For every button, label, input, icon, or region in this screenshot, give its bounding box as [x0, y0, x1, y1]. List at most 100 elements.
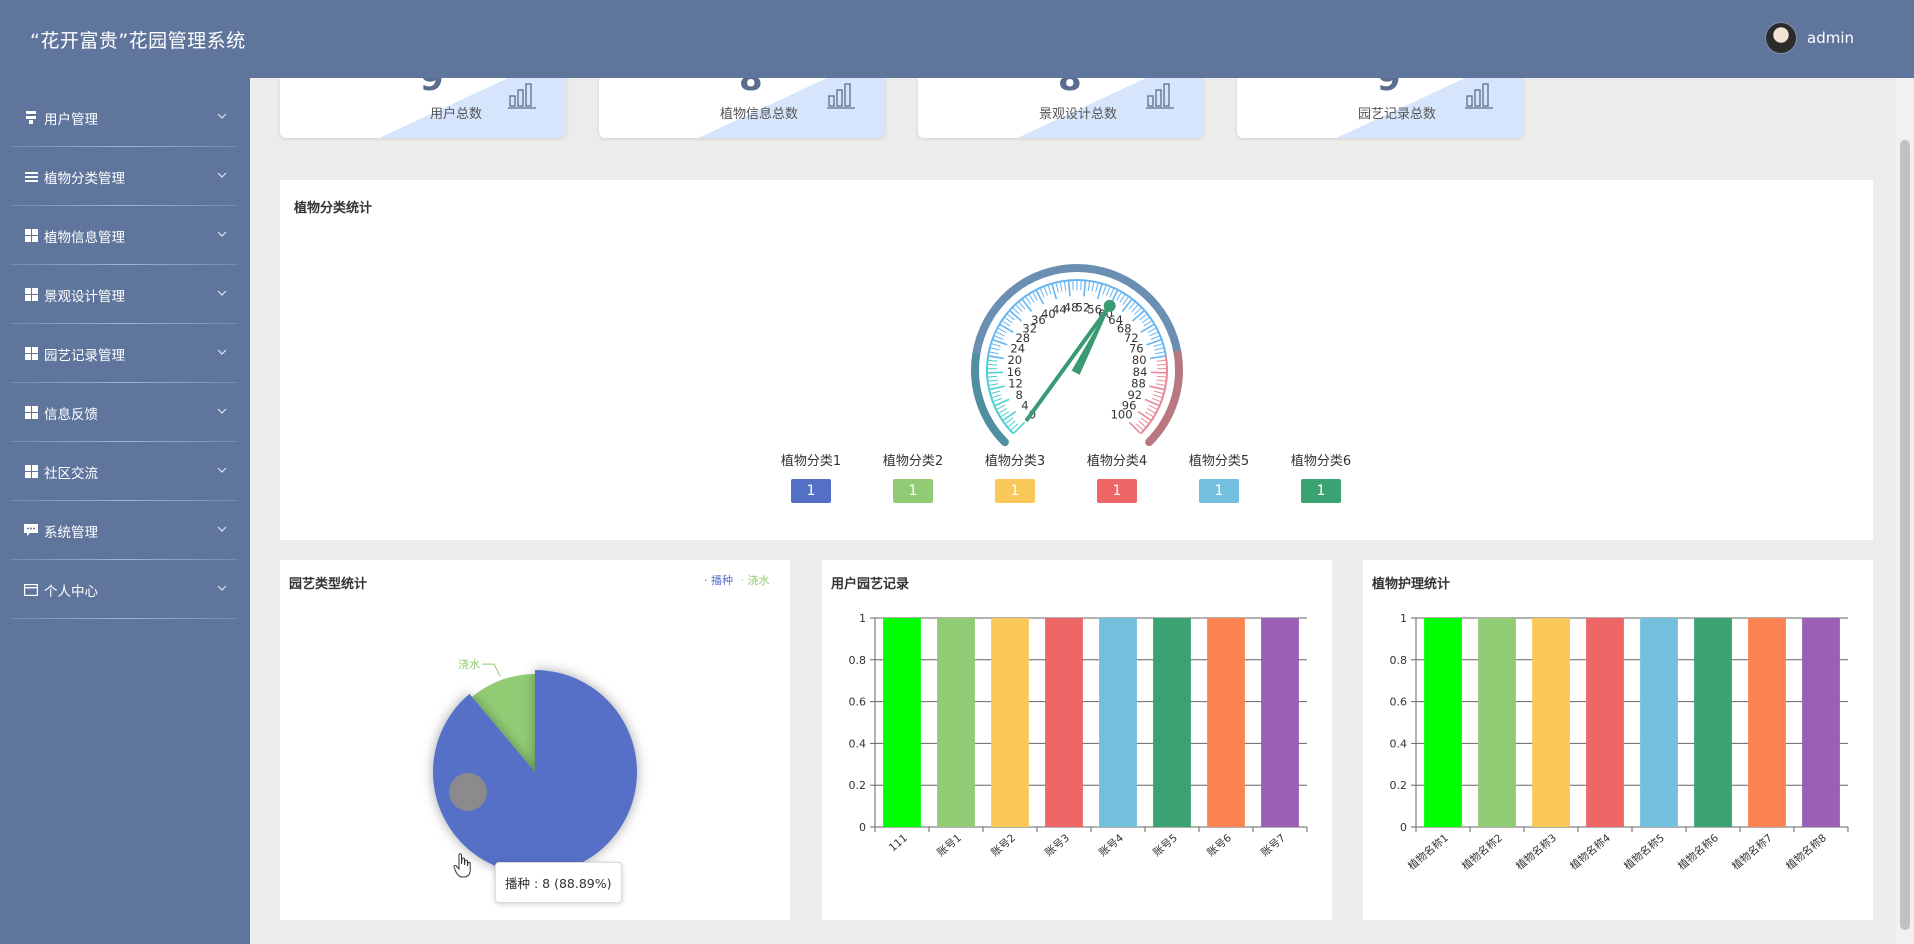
avatar[interactable] [1765, 22, 1797, 54]
gauge-tick [1055, 283, 1059, 293]
gardening-type-panel: 园艺类型统计 · 播种 · 浇水 浇水播种 播种 : 8 (88.89%) [280, 560, 790, 920]
bar-chart-icon [1146, 83, 1174, 109]
sidebar-item-plant-category[interactable]: 植物分类管理 [0, 147, 250, 206]
gauge-tick [1156, 375, 1166, 378]
gauge-tick [1154, 390, 1163, 394]
gauge-tick [1140, 417, 1149, 424]
x-tick-label: 111 [887, 832, 910, 854]
chevron-down-icon [217, 526, 227, 532]
gauge-tick [992, 394, 1002, 398]
bar [1640, 618, 1678, 827]
sidebar-item-label: 社区交流 [44, 465, 98, 482]
sidebar-item-personal-center[interactable]: 个人中心 [0, 560, 250, 619]
y-tick-label: 0.8 [1390, 654, 1408, 667]
sidebar-item-label: 植物信息管理 [44, 229, 125, 246]
gauge-tick [999, 324, 1014, 334]
category-item[interactable]: 植物分类1 1 [771, 450, 851, 503]
sidebar-item-user-management[interactable]: 用户管理 [0, 88, 250, 147]
bar-chart-icon [508, 83, 536, 109]
gauge-tick [996, 404, 1006, 410]
sidebar-item-label: 植物分类管理 [44, 170, 125, 187]
gauge-tick [1156, 363, 1166, 366]
gauge-tick [989, 351, 999, 355]
sidebar-item-community[interactable]: 社区交流 [0, 442, 250, 501]
gauge-tick [1091, 282, 1095, 292]
category-name: 植物分类5 [1188, 454, 1250, 469]
grid-icon [24, 465, 38, 479]
gauge-tick [1096, 284, 1103, 300]
stat-card-users: 9 用户总数 [280, 62, 566, 138]
gauge-tick [1095, 283, 1099, 293]
sidebar-item-gardening-records[interactable]: 园艺记录管理 [0, 324, 250, 383]
pie-slice-sowing [433, 670, 637, 874]
sidebar-item-feedback[interactable]: 信息反馈 [0, 383, 250, 442]
page-scrollbar[interactable] [1896, 78, 1914, 944]
category-item[interactable]: 植物分类3 1 [975, 450, 1055, 503]
category-item[interactable]: 植物分类5 1 [1179, 450, 1259, 503]
chevron-down-icon [217, 467, 227, 473]
gauge-tick [1147, 327, 1156, 334]
user-gardening-record-panel: 用户园艺记录 0 0.2 0.4 0.6 0.8 1 111 账号1 账号2 账号3 账号4 账号5 账… [822, 560, 1332, 920]
stat-card-plant-info: 8 植物信息总数 [599, 62, 885, 138]
gauge-tick [1028, 294, 1035, 303]
y-tick-label: 0.4 [849, 737, 867, 750]
gauge-tick [1102, 285, 1107, 295]
gauge-tick [1122, 296, 1129, 305]
bar [1586, 618, 1624, 827]
gauge-tick [1051, 284, 1058, 300]
category-value: 1 [1301, 479, 1341, 503]
main-content: 9 用户总数 8 植物信息总数 8 景观设计总数 9 园艺记录总数 植物分类统计… [250, 62, 1896, 944]
stat-card-gardening: 9 园艺记录总数 [1237, 62, 1523, 138]
category-name: 植物分类4 [1086, 454, 1148, 469]
x-tick-label: 账号6 [1205, 832, 1234, 859]
bar-chart[interactable]: 00.20.40.60.81植物名称1 植物名称2 植物名称3 植物名称4 植物名称5 植… [1363, 560, 1873, 920]
gauge-tick [1039, 288, 1045, 298]
gauge-tick [1013, 421, 1026, 434]
gauge-tick [1010, 423, 1019, 431]
gauge-tick [988, 355, 1005, 360]
chevron-down-icon [217, 349, 227, 355]
gauge-tick [1002, 320, 1011, 327]
pie-label-watering: 浇水 [458, 658, 480, 671]
bar-chart-icon [827, 83, 855, 109]
bar [1802, 618, 1840, 827]
username[interactable]: admin [1807, 29, 1854, 47]
bar-chart[interactable]: 00.20.40.60.81111 账号1 账号2 账号3 账号4 账号5 账号6 账号7 [822, 560, 1332, 920]
category-item[interactable]: 植物分类2 1 [873, 450, 953, 503]
category-item[interactable]: 植物分类6 1 [1281, 450, 1361, 503]
grid-icon [24, 288, 38, 302]
gauge-tick [1105, 287, 1111, 296]
sidebar-item-landscape-design[interactable]: 景观设计管理 [0, 265, 250, 324]
gauge-tick [1032, 292, 1038, 301]
category-name: 植物分类1 [780, 454, 842, 469]
gauge-tick [1150, 335, 1160, 340]
x-tick-label: 植物名称6 [1675, 831, 1721, 872]
gauge-tick [1043, 287, 1049, 296]
gauge-tick [1083, 281, 1087, 297]
pie-leader-line [482, 663, 501, 677]
app-title: “花开富贵”花园管理系统 [30, 30, 246, 52]
x-tick-label: 账号1 [935, 832, 964, 859]
gauge-tick [1087, 281, 1091, 291]
gauge-tick [998, 327, 1007, 334]
x-tick-label: 账号3 [1043, 832, 1072, 859]
category-value: 1 [1199, 479, 1239, 503]
gauge-tick [989, 383, 999, 386]
sidebar-item-system[interactable]: 系统管理 [0, 501, 250, 560]
category-item[interactable]: 植物分类4 1 [1077, 450, 1157, 503]
category-value: 1 [1097, 479, 1137, 503]
gauge-tick [988, 363, 998, 366]
user-menu[interactable]: admin [1765, 22, 1854, 54]
chat-icon [24, 524, 38, 538]
gauge-tick [1152, 394, 1162, 398]
sidebar-item-label: 景观设计管理 [44, 288, 125, 305]
x-tick-label: 植物名称2 [1459, 831, 1505, 872]
category-name: 植物分类2 [882, 454, 944, 469]
gauge-tick [1140, 324, 1155, 334]
gauge-tick [1131, 310, 1145, 322]
gauge-tick [1063, 281, 1067, 291]
scrollbar-thumb[interactable] [1900, 140, 1910, 930]
sidebar-item-plant-info[interactable]: 植物信息管理 [0, 206, 250, 265]
category-name: 植物分类6 [1290, 454, 1352, 469]
gauge-tick [1128, 421, 1141, 434]
